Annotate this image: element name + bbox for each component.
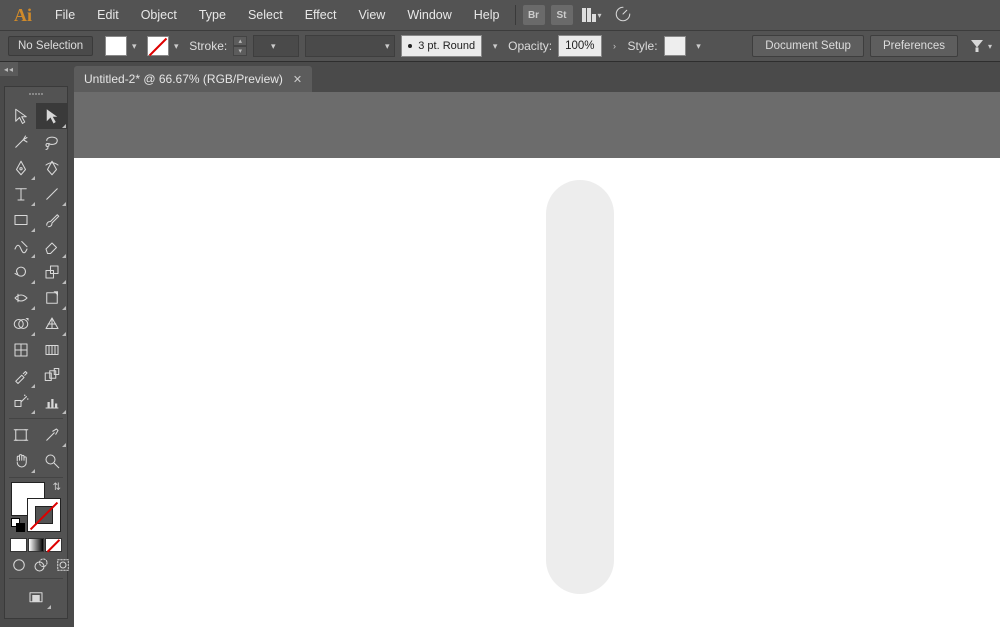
color-mode-solid[interactable] <box>10 538 27 552</box>
stroke-label: Stroke: <box>189 39 227 53</box>
draw-inside-icon[interactable] <box>54 556 72 574</box>
menu-help[interactable]: Help <box>463 0 511 30</box>
stock-button[interactable]: St <box>551 5 573 25</box>
rectangle-tool[interactable] <box>5 207 36 233</box>
line-segment-tool[interactable] <box>36 181 67 207</box>
lasso-tool[interactable] <box>36 129 67 155</box>
app-logo: Ai <box>6 5 44 26</box>
panel-collapse-handle[interactable]: ◂◂ <box>0 62 18 76</box>
menu-object[interactable]: Object <box>130 0 188 30</box>
document-tab-title: Untitled-2* @ 66.67% (RGB/Preview) <box>84 72 283 86</box>
direct-selection-tool[interactable] <box>36 103 67 129</box>
stroke-weight-combo[interactable]: ▾ <box>253 35 299 57</box>
artboard-tool[interactable] <box>5 422 36 448</box>
fill-dropdown[interactable]: ▾ <box>127 36 141 56</box>
shape-builder-tool[interactable] <box>5 311 36 337</box>
swap-fill-stroke-icon[interactable]: ⇅ <box>53 482 61 493</box>
screen-mode-button[interactable] <box>21 586 52 610</box>
document-setup-button[interactable]: Document Setup <box>752 35 864 57</box>
draw-normal-icon[interactable] <box>10 556 28 574</box>
menu-separator <box>515 5 516 25</box>
tools-panel-grip[interactable] <box>5 93 67 101</box>
slice-tool[interactable] <box>36 422 67 448</box>
style-label: Style: <box>628 39 658 53</box>
hand-tool[interactable] <box>5 448 36 474</box>
tools-panel: ⇅ <box>4 86 68 619</box>
magic-wand-tool[interactable] <box>5 129 36 155</box>
pen-tool[interactable] <box>5 155 36 181</box>
color-mode-none[interactable] <box>45 538 62 552</box>
artboard[interactable] <box>74 158 1000 627</box>
align-to-button[interactable]: ▾ <box>968 37 992 55</box>
menu-window[interactable]: Window <box>396 0 462 30</box>
blend-tool[interactable] <box>36 363 67 389</box>
menu-select[interactable]: Select <box>237 0 294 30</box>
style-dropdown[interactable]: ▾ <box>692 36 706 56</box>
perspective-grid-tool[interactable] <box>36 311 67 337</box>
stroke-dropdown[interactable]: ▾ <box>169 36 183 56</box>
gradient-tool[interactable] <box>36 337 67 363</box>
fill-swatch[interactable] <box>105 36 127 56</box>
document-tab[interactable]: Untitled-2* @ 66.67% (RGB/Preview) ✕ <box>74 66 312 92</box>
type-tool[interactable] <box>5 181 36 207</box>
close-tab-icon[interactable]: ✕ <box>293 73 302 86</box>
rotate-tool[interactable] <box>5 259 36 285</box>
opacity-dropdown[interactable]: › <box>608 36 622 56</box>
arrange-documents-button[interactable]: ▾ <box>582 8 602 22</box>
menu-effect[interactable]: Effect <box>294 0 348 30</box>
opacity-label: Opacity: <box>508 39 552 53</box>
zoom-tool[interactable] <box>36 448 67 474</box>
free-transform-tool[interactable] <box>36 285 67 311</box>
default-fill-stroke-icon[interactable] <box>11 518 25 532</box>
curvature-tool[interactable] <box>36 155 67 181</box>
symbol-sprayer-tool[interactable] <box>5 389 36 415</box>
width-tool[interactable] <box>5 285 36 311</box>
preferences-button[interactable]: Preferences <box>870 35 958 57</box>
draw-behind-icon[interactable] <box>32 556 50 574</box>
selection-indicator: No Selection <box>8 36 93 56</box>
menu-type[interactable]: Type <box>188 0 237 30</box>
bridge-button[interactable]: Br <box>523 5 545 25</box>
fill-stroke-control[interactable]: ⇅ <box>11 482 61 532</box>
menu-edit[interactable]: Edit <box>86 0 130 30</box>
brush-definition-combo[interactable]: 3 pt. Round <box>401 35 482 57</box>
brush-definition-dropdown[interactable]: ▾ <box>488 36 502 56</box>
color-mode-gradient[interactable] <box>28 538 45 552</box>
gpu-performance-icon[interactable] <box>614 5 632 26</box>
style-swatch[interactable] <box>664 36 686 56</box>
mesh-tool[interactable] <box>5 337 36 363</box>
column-graph-tool[interactable] <box>36 389 67 415</box>
canvas-stage[interactable] <box>74 92 1000 627</box>
stroke-swatch[interactable] <box>147 36 169 56</box>
scale-tool[interactable] <box>36 259 67 285</box>
shaper-tool[interactable] <box>5 233 36 259</box>
menu-view[interactable]: View <box>347 0 396 30</box>
selection-tool[interactable] <box>5 103 36 129</box>
eyedropper-tool[interactable] <box>5 363 36 389</box>
stroke-color-box[interactable] <box>27 498 61 532</box>
rounded-rectangle-shape[interactable] <box>546 180 614 594</box>
eraser-tool[interactable] <box>36 233 67 259</box>
stroke-weight-stepper[interactable]: ▴▾ <box>233 36 247 56</box>
menu-file[interactable]: File <box>44 0 86 30</box>
opacity-field[interactable]: 100% <box>558 35 601 57</box>
variable-width-profile-combo[interactable]: ▾ <box>305 35 395 57</box>
brush-definition-label: 3 pt. Round <box>418 40 475 52</box>
paintbrush-tool[interactable] <box>36 207 67 233</box>
